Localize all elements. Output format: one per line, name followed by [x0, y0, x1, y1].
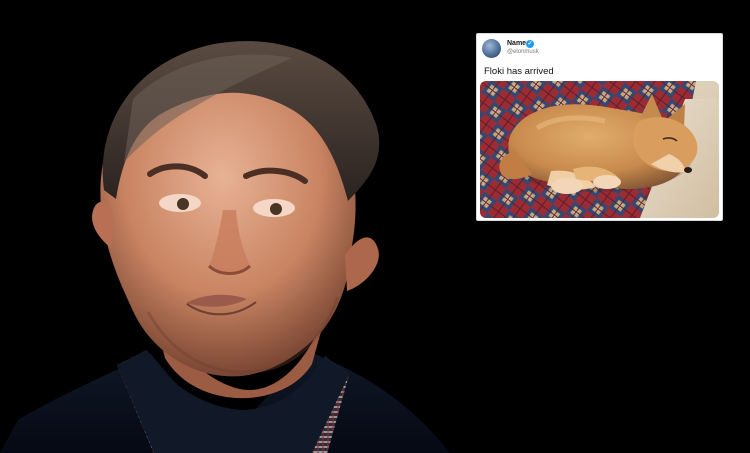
tweet-text: Floki has arrived: [484, 66, 554, 77]
avatar: [482, 39, 501, 58]
verified-icon: ✓: [526, 40, 534, 48]
tweet-media-puppy-photo: [480, 81, 719, 218]
tweet-card: Name ✓ @elonmusk Floki has arrived: [476, 33, 723, 221]
meme-image: Name ✓ @elonmusk Floki has arrived: [0, 0, 750, 453]
tweet-handle: @elonmusk: [507, 49, 539, 55]
tweet-author-name: Name: [507, 40, 527, 47]
